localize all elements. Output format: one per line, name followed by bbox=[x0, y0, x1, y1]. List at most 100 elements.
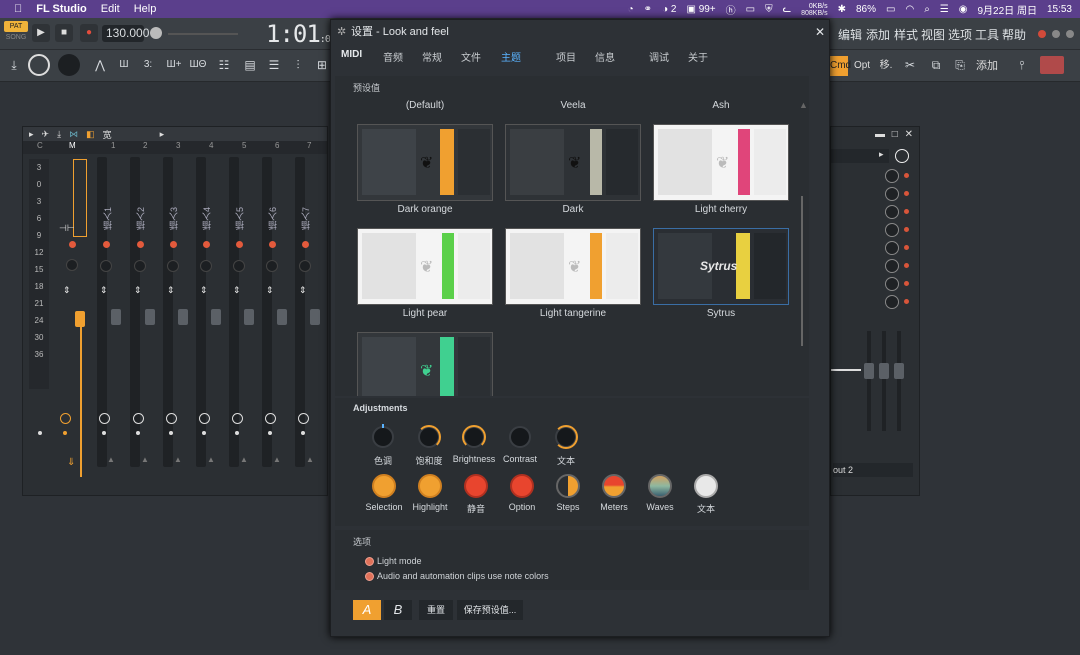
fx-slot-toggle[interactable] bbox=[885, 259, 899, 273]
preset-header-default[interactable]: (Default) bbox=[357, 100, 493, 111]
bell-icon[interactable]: ◔ bbox=[628, 4, 634, 15]
selection-color-swatch[interactable] bbox=[372, 474, 396, 498]
insert-dot[interactable] bbox=[169, 431, 173, 435]
wifi-icon[interactable]: ◠ bbox=[905, 4, 914, 15]
swap-icon[interactable]: ⇕ bbox=[233, 285, 241, 296]
highlight-color-swatch[interactable] bbox=[418, 474, 442, 498]
fx-slot-toggle[interactable] bbox=[885, 205, 899, 219]
swap-icon[interactable]: ⇕ bbox=[200, 285, 208, 296]
route-icon[interactable]: ▲ bbox=[306, 455, 314, 464]
apple-icon[interactable]:  bbox=[14, 3, 22, 15]
wallpaper-thumbnail[interactable] bbox=[1040, 56, 1064, 74]
expand-icon[interactable]: ▸ bbox=[160, 129, 165, 140]
insert-led[interactable] bbox=[302, 241, 309, 248]
master-route-icon[interactable]: ⇓ bbox=[67, 457, 75, 468]
dialog-title-bar[interactable]: ✲ 设置 - Look and feel ✕ bbox=[331, 20, 831, 44]
swap-icon[interactable]: ⇕ bbox=[100, 285, 108, 296]
clock-icon[interactable] bbox=[298, 413, 309, 424]
window-max-dot[interactable] bbox=[1066, 30, 1074, 38]
insert-pan-knob[interactable] bbox=[299, 260, 311, 272]
tab-project[interactable]: 项目 bbox=[556, 49, 576, 64]
wechat-icon[interactable]: ◑ 2 bbox=[662, 4, 676, 15]
bluetooth-icon[interactable]: ✱ bbox=[838, 4, 846, 15]
fl-menu-help[interactable]: 帮助 bbox=[1002, 26, 1026, 43]
insert-led[interactable] bbox=[170, 241, 177, 248]
square-icon[interactable]: ◧ bbox=[86, 129, 95, 140]
text-color-swatch[interactable] bbox=[694, 474, 718, 498]
channel-6[interactable]: 6 bbox=[275, 141, 279, 150]
tab-about[interactable]: 关于 bbox=[688, 49, 708, 64]
theme-thumb-light-cherry[interactable]: ❦ bbox=[653, 124, 789, 201]
insert-led[interactable] bbox=[269, 241, 276, 248]
save-preset-button[interactable]: 保存预设值... bbox=[457, 600, 523, 620]
route-icon[interactable]: ▲ bbox=[141, 455, 149, 464]
tab-audio[interactable]: 音频 bbox=[383, 49, 403, 64]
insert-led[interactable] bbox=[203, 241, 210, 248]
copy-icon[interactable]: ⧉ bbox=[926, 54, 946, 76]
fl-menu-view[interactable]: 视图 bbox=[921, 26, 945, 43]
insert-pan-knob[interactable] bbox=[233, 260, 245, 272]
fx-slot-toggle[interactable] bbox=[885, 277, 899, 291]
route-icon[interactable]: ▲ bbox=[273, 455, 281, 464]
add-button[interactable]: 添加 bbox=[976, 56, 1004, 76]
insert-fader[interactable] bbox=[111, 309, 121, 325]
fl-menu-tools[interactable]: 工具 bbox=[975, 26, 999, 43]
insert-dot[interactable] bbox=[202, 431, 206, 435]
search-icon[interactable]: ⌕ bbox=[924, 4, 930, 15]
route-icon[interactable]: ▲ bbox=[174, 455, 182, 464]
insert-dot[interactable] bbox=[301, 431, 305, 435]
menu-help[interactable]: Help bbox=[134, 3, 157, 15]
master-pan-knob[interactable] bbox=[66, 259, 78, 271]
insert-fader[interactable] bbox=[310, 309, 320, 325]
insert-fader[interactable] bbox=[277, 309, 287, 325]
theme-thumb-partial[interactable]: ❦ bbox=[357, 332, 493, 396]
note-colors-checkbox[interactable] bbox=[365, 572, 374, 581]
cmd-button[interactable]: Cmd bbox=[830, 56, 851, 76]
channel-rack-icon[interactable]: ☰ bbox=[264, 54, 284, 76]
record-icon[interactable]: ● bbox=[80, 24, 98, 42]
battery-icon[interactable]: ▭ bbox=[886, 4, 895, 15]
piano-roll-icon[interactable]: ▤ bbox=[240, 54, 260, 76]
control-center-icon[interactable]: ☰ bbox=[940, 4, 949, 15]
swap-icon[interactable]: ⇕ bbox=[299, 285, 307, 296]
move-button[interactable]: 移. bbox=[876, 56, 896, 76]
fx-slot-toggle[interactable] bbox=[885, 187, 899, 201]
arrow-icon[interactable]: ▸ bbox=[29, 129, 34, 140]
insert-fader[interactable] bbox=[244, 309, 254, 325]
clock-icon[interactable] bbox=[199, 413, 210, 424]
fx-slot-toggle[interactable] bbox=[885, 169, 899, 183]
hp-icon[interactable]: ⓗ bbox=[726, 2, 736, 17]
route-icon[interactable]: ▲ bbox=[240, 455, 248, 464]
hue-knob[interactable] bbox=[372, 426, 394, 448]
insert-pan-knob[interactable] bbox=[167, 260, 179, 272]
eq-fader[interactable] bbox=[894, 363, 904, 379]
mute-color-swatch[interactable] bbox=[464, 474, 488, 498]
swap-icon[interactable]: ⇕ bbox=[134, 285, 142, 296]
stop-icon[interactable]: ■ bbox=[55, 24, 73, 42]
option-color-swatch[interactable] bbox=[510, 474, 534, 498]
insert-led[interactable] bbox=[103, 241, 110, 248]
fl-menu-options[interactable]: 选项 bbox=[948, 26, 972, 43]
browser-icon[interactable]: ⊞ bbox=[312, 54, 332, 76]
output-selector[interactable]: out 2 bbox=[833, 463, 913, 477]
menu-edit[interactable]: Edit bbox=[101, 3, 120, 15]
window-close-dot[interactable] bbox=[1038, 30, 1046, 38]
channel-4[interactable]: 4 bbox=[209, 141, 213, 150]
master-led[interactable] bbox=[69, 241, 76, 248]
insert-led[interactable] bbox=[236, 241, 243, 248]
insert-led[interactable] bbox=[137, 241, 144, 248]
bpm-display[interactable]: 130.000 bbox=[102, 25, 149, 42]
master-fader[interactable] bbox=[75, 311, 85, 327]
insert-dot[interactable] bbox=[136, 431, 140, 435]
playlist-icon[interactable]: ☷ bbox=[214, 54, 234, 76]
wave-icon[interactable]: ⋀ bbox=[90, 54, 110, 76]
snap-icon[interactable]: Ш bbox=[114, 54, 134, 76]
insert-dot[interactable] bbox=[268, 431, 272, 435]
pattern-icon[interactable]: Ш+ bbox=[164, 54, 184, 76]
message-icon[interactable]: ▣ 99+ bbox=[686, 4, 715, 15]
channel-master[interactable]: M bbox=[69, 141, 76, 150]
clock-icon[interactable] bbox=[166, 413, 177, 424]
preset-header-veela[interactable]: Veela bbox=[505, 100, 641, 111]
fl-menu-add[interactable]: 添加 bbox=[866, 26, 890, 43]
fx-slot-toggle[interactable] bbox=[885, 223, 899, 237]
